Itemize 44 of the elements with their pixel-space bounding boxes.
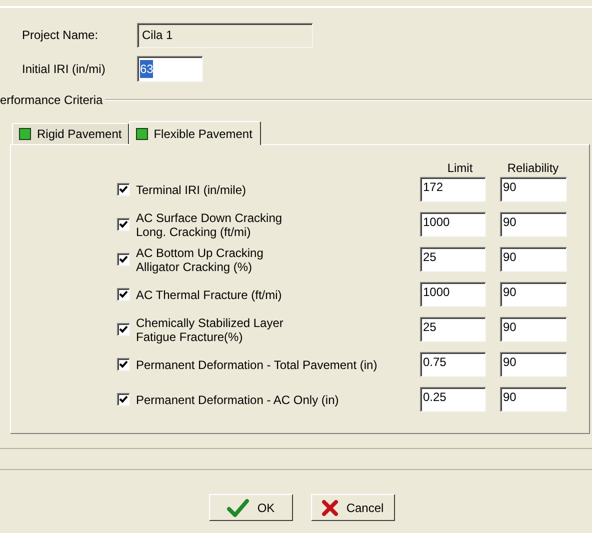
criterion-label: Permanent Deformation - Total Pavement (in) (136, 358, 378, 372)
group-title: erformance Criteria (0, 92, 103, 109)
criterion-label: Terminal IRI (in/mile) (136, 182, 246, 196)
checkbox[interactable] (117, 183, 130, 196)
field-value: 63 (140, 60, 154, 78)
close-icon (322, 500, 338, 516)
field-label: Project Name: (22, 27, 100, 44)
criterion-label: Chemically Stabilized Layer Fatigue Fracture(%) (136, 316, 284, 344)
checkbox[interactable] (117, 218, 130, 231)
reliability-field[interactable]: 90 (500, 282, 567, 307)
reliability-field[interactable]: 90 (500, 352, 567, 377)
reliability-field[interactable]: 90 (500, 212, 567, 237)
status-square-icon (19, 128, 31, 140)
limit-field[interactable]: 172 (420, 177, 486, 202)
checkbox[interactable] (117, 323, 130, 336)
limit-field[interactable]: 25 (420, 317, 486, 342)
checkbox[interactable] (117, 358, 130, 371)
limit-field[interactable]: 0.75 (420, 352, 486, 377)
criterion-label: AC Bottom Up Cracking Alligator Cracking (%) (136, 246, 264, 274)
limit-field[interactable]: 1000 (420, 282, 486, 307)
field-label: Initial IRI (in/mi) (22, 61, 106, 78)
initial-iri-field[interactable]: 63 (137, 56, 203, 82)
criterion-label: AC Thermal Fracture (ft/mi) (136, 288, 282, 302)
tab[interactable]: Rigid Pavement (12, 123, 129, 144)
limit-field[interactable]: 25 (420, 247, 486, 272)
limit-field[interactable]: 0.25 (420, 387, 486, 412)
checkbox[interactable] (117, 393, 130, 406)
tab[interactable]: Flexible Pavement (128, 121, 262, 145)
status-square-icon (136, 128, 148, 140)
criterion-label: AC Surface Down Cracking Long. Cracking (ft/mi) (136, 210, 282, 238)
criterion-label: Permanent Deformation - AC Only (in) (136, 392, 339, 406)
reliability-field[interactable]: 90 (500, 387, 567, 412)
column-header: Limit (446, 160, 474, 173)
checkmark-icon (227, 498, 250, 516)
project-name-field: Cila 1 (137, 22, 313, 48)
cancel-button[interactable]: Cancel (311, 494, 395, 521)
checkbox[interactable] (117, 288, 130, 301)
reliability-field[interactable]: 90 (500, 247, 567, 272)
checkbox[interactable] (117, 253, 130, 266)
limit-field[interactable]: 1000 (420, 212, 486, 237)
reliability-field[interactable]: 90 (500, 317, 567, 342)
ok-button[interactable]: OK (209, 494, 293, 521)
reliability-field[interactable]: 90 (500, 177, 567, 202)
column-header: Reliability (506, 160, 560, 173)
